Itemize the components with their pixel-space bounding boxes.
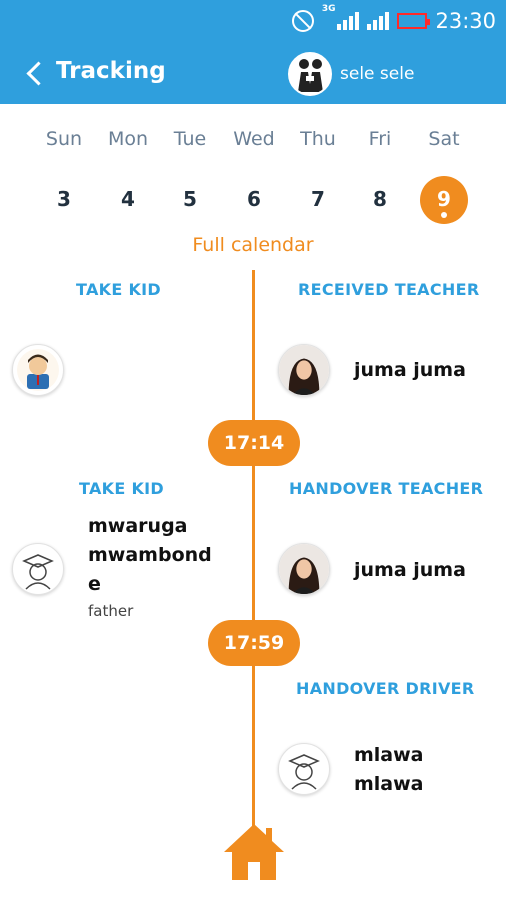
- avatar[interactable]: [278, 743, 330, 795]
- status-time: 23:30: [435, 9, 496, 33]
- avatar[interactable]: [12, 543, 64, 595]
- day-name: Fri: [368, 128, 392, 150]
- parent-name-line: e: [88, 573, 101, 595]
- avatar: [288, 52, 332, 96]
- parent-name-line: mwambond: [88, 544, 212, 566]
- day-tue[interactable]: Tue 5: [160, 128, 220, 211]
- day-sat[interactable]: Sat 9: [414, 128, 474, 224]
- day-sun[interactable]: Sun 3: [34, 128, 94, 211]
- handover-teacher-label: HANDOVER TEACHER: [289, 479, 484, 498]
- parent-name-line: mwaruga: [88, 515, 188, 537]
- day-mon[interactable]: Mon 4: [98, 128, 158, 211]
- teacher-photo-icon: [279, 544, 329, 594]
- avatar[interactable]: [278, 344, 330, 396]
- kids-icon: [298, 59, 323, 92]
- teacher-name: juma juma: [354, 559, 466, 581]
- timeline-line: [252, 270, 255, 830]
- full-calendar-link[interactable]: Full calendar: [0, 234, 506, 256]
- day-number: 3: [57, 187, 71, 211]
- teacher-photo-icon: [279, 345, 329, 395]
- day-name: Sat: [428, 128, 460, 150]
- avatar[interactable]: [278, 543, 330, 595]
- driver-name: mlawa mlawa: [354, 741, 424, 799]
- network-type: 3G: [321, 4, 336, 14]
- time-badge: 17:14: [208, 420, 300, 466]
- day-number: 7: [311, 187, 325, 211]
- day-number: 8: [373, 187, 387, 211]
- day-name: Thu: [300, 128, 336, 150]
- avatar[interactable]: [12, 344, 64, 396]
- back-arrow-icon[interactable]: [18, 56, 52, 90]
- parent-name: mwaruga mwambond e: [88, 512, 212, 599]
- parent-role: father: [88, 602, 134, 620]
- take-kid-label: TAKE KID: [79, 479, 164, 498]
- driver-name-line: mlawa: [354, 744, 424, 766]
- day-wed[interactable]: Wed 6: [224, 128, 284, 211]
- graduate-icon: [22, 554, 54, 590]
- signal-icon: [337, 12, 360, 30]
- day-name: Mon: [107, 128, 149, 150]
- graduate-icon: [288, 754, 320, 790]
- profile-switcher[interactable]: sele sele: [288, 52, 414, 96]
- page-title: Tracking: [56, 58, 166, 84]
- received-teacher-label: RECEIVED TEACHER: [298, 280, 480, 299]
- no-sim-icon: [291, 10, 314, 32]
- profile-name: sele sele: [340, 64, 415, 84]
- driver-name-line: mlawa: [354, 773, 424, 795]
- signal-icon-2: [367, 12, 390, 30]
- app-bar: 3G 23:30 Tracking sele sele: [0, 0, 506, 104]
- handover-driver-label: HANDOVER DRIVER: [296, 679, 475, 698]
- day-name: Tue: [173, 128, 207, 150]
- status-bar: 3G 23:30: [291, 0, 506, 42]
- selected-day-number: 9: [420, 176, 468, 224]
- day-name: Wed: [233, 128, 275, 150]
- child-avatar-icon: [17, 349, 59, 391]
- take-kid-label: TAKE KID: [76, 280, 161, 299]
- day-number: 5: [183, 187, 197, 211]
- teacher-name: juma juma: [354, 359, 466, 381]
- home-icon[interactable]: [222, 820, 286, 884]
- home-icon-graphic: [224, 824, 284, 880]
- time-badge: 17:59: [208, 620, 300, 666]
- battery-icon: [397, 13, 431, 29]
- day-name: Sun: [45, 128, 83, 150]
- day-fri[interactable]: Fri 8: [350, 128, 410, 211]
- day-number: 4: [121, 187, 135, 211]
- day-thu[interactable]: Thu 7: [288, 128, 348, 211]
- day-number: 6: [247, 187, 261, 211]
